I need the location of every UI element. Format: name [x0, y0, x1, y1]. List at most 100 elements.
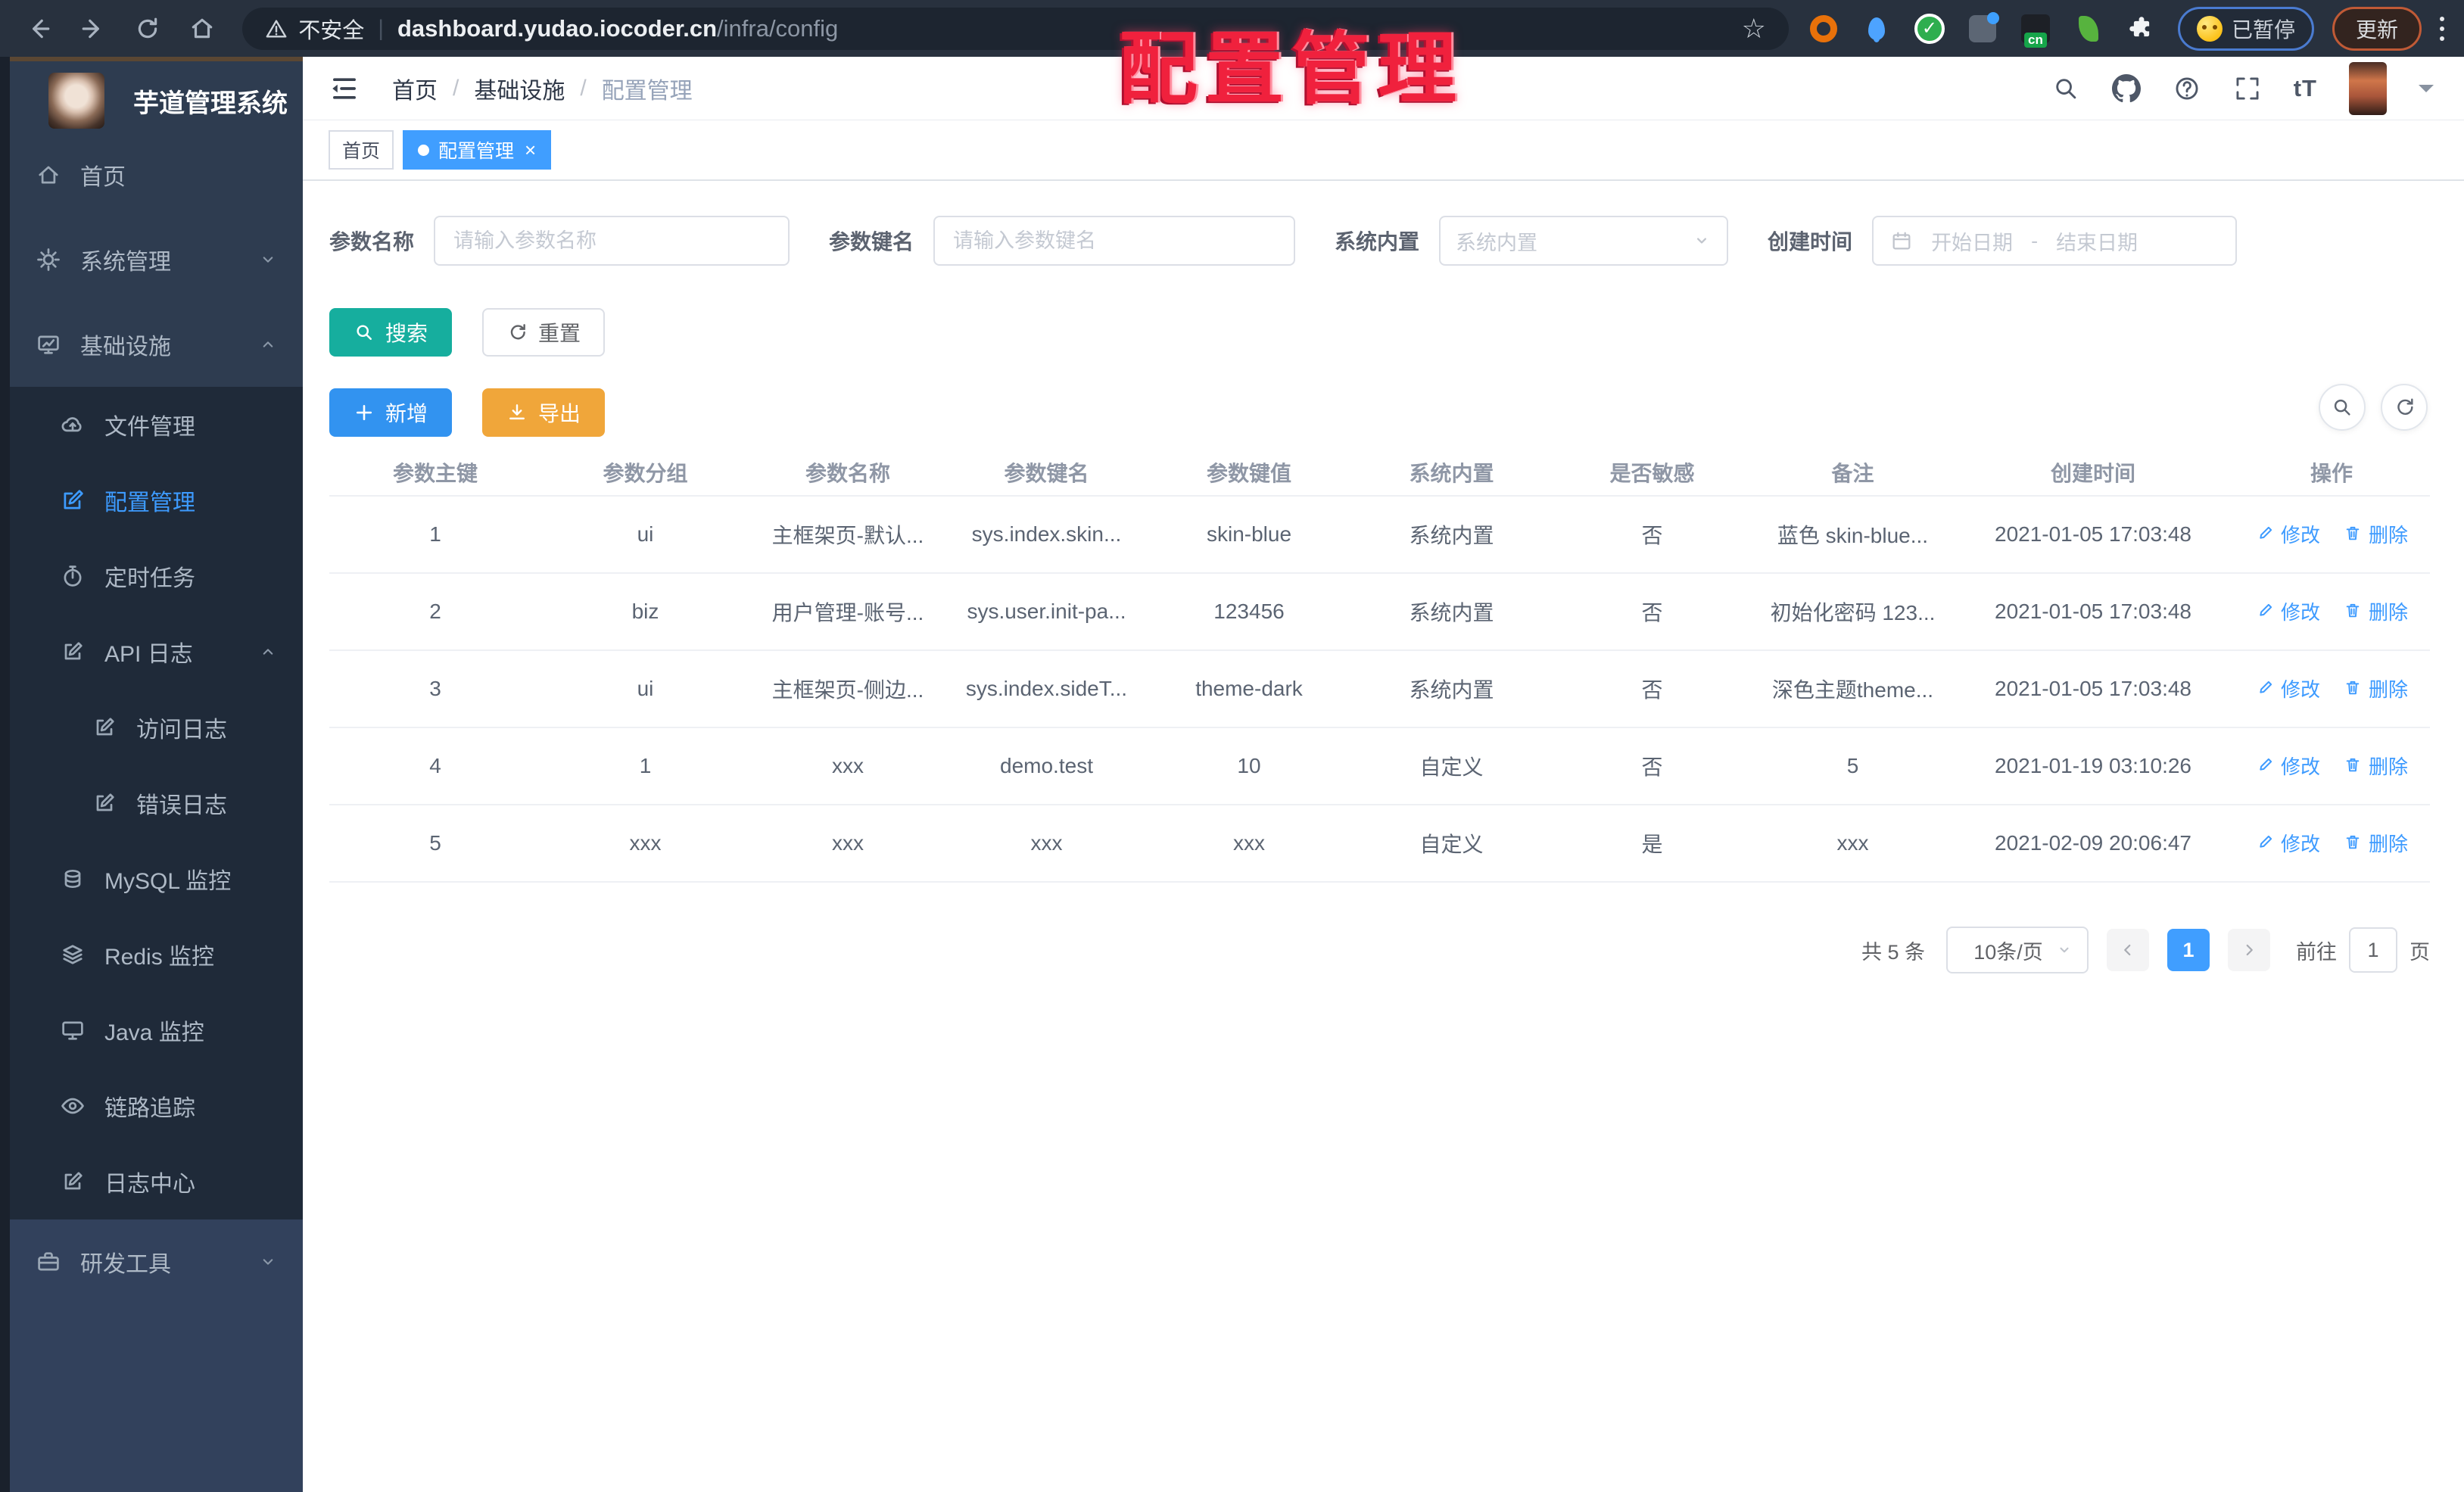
sidebar-item-log-13[interactable]: 日志中心 [0, 1144, 303, 1219]
param-key-input[interactable] [933, 216, 1296, 266]
blue-pin-extension-icon[interactable] [1860, 12, 1893, 45]
content: 参数名称 参数键名 系统内置 系统内置 创建时间 开始日期 - 结束日期 [303, 181, 2464, 1492]
sidebar-item-log-6[interactable]: API 日志 [0, 614, 303, 690]
app-logo-image [48, 73, 104, 129]
green-leaf-extension-icon[interactable] [2072, 12, 2105, 45]
column-header-actions: 操作 [2233, 449, 2430, 497]
collapse-sidebar-icon[interactable] [329, 73, 360, 104]
cell-remark: 5 [1752, 727, 1953, 805]
cell-id: 2 [329, 573, 541, 651]
back-icon[interactable] [20, 9, 58, 48]
edit-link[interactable]: 修改 [2255, 752, 2320, 780]
cell-sensitive: 否 [1552, 650, 1752, 728]
sidebar-item-log-8[interactable]: 错误日志 [0, 765, 303, 841]
help-icon[interactable] [2173, 74, 2201, 103]
delete-link[interactable]: 删除 [2343, 597, 2408, 625]
font-size-icon[interactable]: tT [2294, 75, 2317, 102]
sidebar-item-edit-4[interactable]: 配置管理 [0, 463, 303, 538]
extension-icons: ✓ cn [1807, 11, 2158, 48]
url-bar[interactable]: 不安全 | dashboard.yudao.iocoder.cn /infra/… [242, 7, 1789, 50]
sidebar-logo[interactable]: 芋道管理系统 [0, 57, 303, 132]
grey-cube-extension-icon[interactable] [1966, 11, 1999, 45]
cell-value: skin-blue [1147, 496, 1351, 574]
system-builtin-select[interactable]: 系统内置 [1439, 216, 1729, 266]
page-size-select[interactable]: 10条/页 [1946, 927, 2089, 973]
tab-close-icon[interactable]: × [525, 140, 536, 160]
tab-config[interactable]: 配置管理 × [403, 130, 552, 170]
refresh-icon [510, 324, 525, 340]
column-header-remark: 备注 [1752, 449, 1953, 497]
security-label: 不安全 [298, 18, 365, 43]
table-row: 1 ui 主框架页-默认... sys.index.skin... skin-blue 系… [329, 496, 2430, 574]
total-count: 共 5 条 [1861, 940, 1925, 964]
delete-link[interactable]: 删除 [2343, 829, 2408, 857]
export-button[interactable]: 导出 [482, 388, 606, 437]
breadcrumb-infra[interactable]: 基础设施 [474, 72, 565, 105]
sidebar-item-tool-14[interactable]: 研发工具 [0, 1219, 303, 1304]
edit-link[interactable]: 修改 [2255, 829, 2320, 857]
sidebar-item-eye-12[interactable]: 链路追踪 [0, 1068, 303, 1144]
cell-created: 2021-01-05 17:03:48 [1953, 573, 2233, 651]
edit-link[interactable]: 修改 [2255, 597, 2320, 625]
search-icon [2334, 399, 2350, 416]
caret-down-icon[interactable] [2419, 84, 2434, 100]
tab-home[interactable]: 首页 [329, 130, 394, 170]
browser-update-button[interactable]: 更新 [2332, 6, 2422, 51]
sidebar-item-mysql-9[interactable]: MySQL 监控 [0, 841, 303, 917]
fullscreen-icon[interactable] [2233, 74, 2262, 103]
sidebar-item-redis-10[interactable]: Redis 监控 [0, 917, 303, 992]
edit-link[interactable]: 修改 [2255, 520, 2320, 548]
pagination: 共 5 条 10条/页 1 前往 页 [329, 927, 2430, 973]
paused-badge[interactable]: 已暂停 [2177, 6, 2314, 51]
search-icon[interactable] [2051, 74, 2080, 103]
sidebar-item-cloud-3[interactable]: 文件管理 [0, 387, 303, 463]
add-button[interactable]: 新增 [329, 388, 453, 437]
sidebar-item-infra-2[interactable]: 基础设施 [0, 302, 303, 387]
reload-icon[interactable] [129, 9, 167, 48]
goto-page-input[interactable] [2349, 927, 2397, 973]
puzzle-extension-icon[interactable] [2125, 12, 2158, 45]
sidebar-item-java-11[interactable]: Java 监控 [0, 992, 303, 1068]
sidebar-submenu: 文件管理 配置管理 定时任务 API 日志 访问日志 错误日志 MySQL 监控… [0, 387, 303, 1219]
bookmark-star-icon[interactable]: ☆ [1742, 13, 1766, 45]
next-page-button[interactable] [2228, 929, 2270, 971]
date-range-picker[interactable]: 开始日期 - 结束日期 [1872, 216, 2238, 266]
home-icon[interactable] [183, 9, 221, 48]
sidebar-item-gear-1[interactable]: 系统管理 [0, 217, 303, 302]
sidebar-menu-bottom: 研发工具 [0, 1219, 303, 1304]
sidebar-item-home-0[interactable]: 首页 [0, 132, 303, 217]
page-number-active[interactable]: 1 [2167, 929, 2210, 971]
search-button[interactable]: 搜索 [329, 308, 453, 357]
cell-key: sys.index.skin... [946, 496, 1147, 574]
edit-link[interactable]: 修改 [2255, 674, 2320, 702]
param-name-input[interactable] [434, 216, 790, 266]
refresh-table-button[interactable] [2381, 384, 2428, 431]
log-icon [91, 790, 118, 817]
orange-ring-extension-icon[interactable] [1807, 12, 1840, 45]
cell-type: 自定义 [1351, 805, 1552, 883]
delete-link[interactable]: 删除 [2343, 520, 2408, 548]
column-header-type: 系统内置 [1351, 449, 1552, 497]
reset-button[interactable]: 重置 [482, 308, 606, 357]
cell-type: 系统内置 [1351, 496, 1552, 574]
prev-page-button[interactable] [2107, 929, 2149, 971]
github-icon[interactable] [2111, 73, 2141, 103]
toggle-search-button[interactable] [2319, 384, 2366, 431]
column-header-name: 参数名称 [749, 449, 946, 497]
eye-icon [59, 1092, 86, 1120]
forward-icon[interactable] [74, 9, 112, 48]
sidebar-item-log-7[interactable]: 访问日志 [0, 690, 303, 765]
user-avatar[interactable] [2349, 61, 2387, 115]
cell-type: 自定义 [1351, 727, 1552, 805]
delete-link[interactable]: 删除 [2343, 674, 2408, 702]
cn-badge-extension-icon[interactable]: cn [2019, 12, 2052, 48]
breadcrumb-home[interactable]: 首页 [392, 72, 438, 105]
browser-menu-icon[interactable] [2439, 16, 2444, 41]
system-builtin-label: 系统内置 [1335, 230, 1420, 254]
table-row: 5 xxx xxx xxx xxx 自定义是 xxx 2021-02-09 20:06:47 修… [329, 805, 2430, 883]
green-check-extension-icon[interactable]: ✓ [1913, 12, 1946, 45]
cell-created: 2021-01-19 03:10:26 [1953, 727, 2233, 805]
redis-icon [59, 941, 86, 968]
delete-link[interactable]: 删除 [2343, 752, 2408, 780]
sidebar-item-timer-5[interactable]: 定时任务 [0, 538, 303, 614]
